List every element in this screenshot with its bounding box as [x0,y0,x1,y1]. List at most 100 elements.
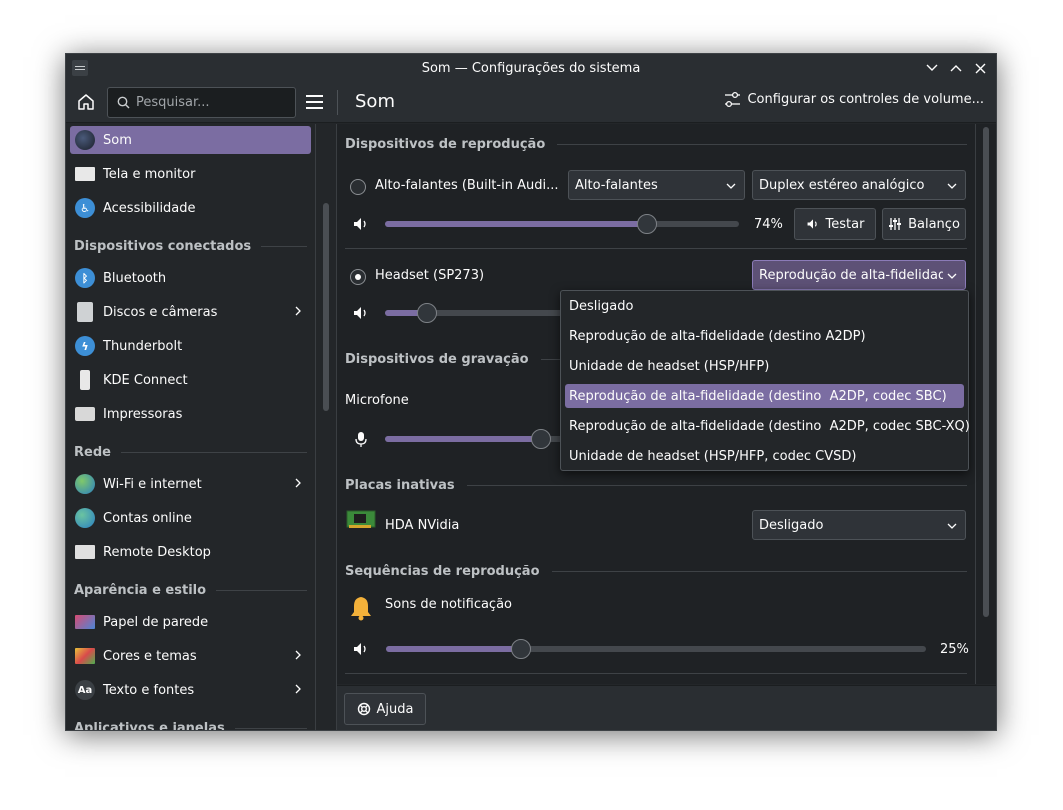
microphone-label: Microfone [345,393,409,408]
sidebar-section-header: Rede [74,442,307,462]
search-input[interactable] [136,95,286,110]
fonts-icon: Aa [75,680,95,700]
close-icon [975,63,985,73]
dropdown-option[interactable]: Desligado [565,294,964,318]
sidebar-item-discos-cameras[interactable]: Discos e câmeras [70,298,311,326]
card-name: HDA NVidia [385,518,460,533]
main-scrollbar[interactable] [983,127,989,617]
monitor-icon [75,167,95,181]
sidebar-item-remote-desktop[interactable]: Remote Desktop [70,538,311,566]
wallpaper-icon [75,615,95,629]
volume-percent-speakers: 74% [754,217,783,232]
footer: Ajuda [337,685,996,730]
chevron-right-icon [295,478,301,488]
close-button[interactable] [970,58,990,78]
stream-separator [345,673,967,674]
inactive-cards-header: Placas inativas [345,475,967,495]
chevron-right-icon [295,650,301,660]
sidebar-item-kde-connect[interactable]: KDE Connect [70,366,311,394]
toolbar-separator [337,90,338,115]
volume-icon[interactable] [352,304,370,322]
port-select-speakers[interactable]: Alto-falantes [568,170,745,200]
sidebar-section-header: Dispositivos conectados [74,236,307,256]
hamburger-menu-button[interactable] [306,95,323,109]
title-bar[interactable]: Som — Configurações do sistema [66,54,996,82]
sidebar-item-thunderbolt[interactable]: ϟ Thunderbolt [70,332,311,360]
search-box[interactable] [107,87,296,118]
home-button[interactable] [76,92,98,114]
search-icon [117,96,130,109]
device-name-headset: Headset (SP273) [375,268,485,283]
bluetooth-icon: ᛒ [75,268,95,288]
app-menu-icon[interactable] [72,60,88,76]
sidebar-item-bluetooth[interactable]: ᛒ Bluetooth [70,264,311,292]
sidebar-scrollbar[interactable] [323,203,329,411]
sidebar-item-contas-online[interactable]: Contas online [70,504,311,532]
configure-volume-label: Configurar os controles de volume... [747,92,984,107]
device-separator [345,248,967,249]
configure-volume-controls-button[interactable]: Configurar os controles de volume... [724,91,984,108]
printer-icon [75,407,95,421]
chevron-right-icon [295,306,301,316]
globe-icon [75,474,95,494]
accessibility-icon: ♿ [75,198,95,218]
colors-icon [75,648,95,664]
sidebar: Som Tela e monitor ♿ Acessibilidade Disp… [66,124,316,731]
accounts-icon [75,508,95,528]
page-title: Som [355,91,395,112]
default-device-radio-speakers[interactable] [350,179,366,195]
chevron-down-icon [947,183,957,189]
chevron-right-icon [295,684,301,694]
sidebar-item-papel-parede[interactable]: Papel de parede [70,608,311,636]
minimize-button[interactable] [922,58,942,78]
playback-streams-header: Sequências de reprodução [345,561,967,581]
dropdown-option[interactable]: Reprodução de alta-fidelidade (destino A… [565,414,970,438]
remote-desktop-icon [75,545,95,559]
stream-name: Sons de notificação [385,597,513,612]
volume-slider-speakers[interactable] [385,214,739,234]
profile-select-speakers[interactable]: Duplex estéreo analógico [752,170,966,200]
dropdown-option-selected[interactable]: Reprodução de alta-fidelidade (destino A… [565,384,964,408]
sidebar-item-impressoras[interactable]: Impressoras [70,400,311,428]
toolbar: Som Configurar os controles de volume... [66,82,996,123]
test-button[interactable]: Testar [794,208,876,240]
profile-dropdown-list: Desligado Reprodução de alta-fidelidade … [560,290,970,471]
default-device-radio-headset[interactable] [350,269,366,285]
speaker-icon [75,130,95,150]
bell-icon [351,597,371,621]
device-name-speakers: Alto-falantes (Built-in Audi... [375,178,559,193]
sidebar-item-wifi-internet[interactable]: Wi-Fi e internet [70,470,311,498]
help-lifebuoy-icon [357,702,370,716]
sidebar-section-header: Aparência e estilo [74,580,307,600]
sidebar-section-header: Aplicativos e janelas [74,718,307,731]
sidebar-item-som[interactable]: Som [70,126,311,154]
equalizer-icon [889,218,902,230]
chevron-down-icon [926,64,938,71]
window-title: Som — Configurações do sistema [421,60,641,76]
volume-slider-notifications[interactable] [386,639,926,659]
chevron-down-icon [726,183,736,189]
help-button[interactable]: Ajuda [344,693,426,725]
disk-icon [77,302,93,322]
chevron-down-icon [947,273,957,279]
speaker-test-icon [807,219,817,229]
thunderbolt-icon: ϟ [75,336,95,356]
dropdown-option[interactable]: Unidade de headset (HSP/HFP, codec CVSD) [565,444,964,468]
maximize-button[interactable] [946,58,966,78]
balance-button[interactable]: Balanço [882,208,966,240]
microphone-icon[interactable] [352,430,370,448]
card-profile-select[interactable]: Desligado [752,510,966,540]
phone-icon [80,370,90,390]
dropdown-option[interactable]: Unidade de headset (HSP/HFP) [565,354,964,378]
profile-select-headset[interactable]: Reprodução de alta-fidelidade ( [752,260,966,290]
volume-icon[interactable] [352,215,370,233]
sidebar-item-tela-monitor[interactable]: Tela e monitor [70,160,311,188]
dropdown-option[interactable]: Reprodução de alta-fidelidade (destino A… [565,324,964,348]
playback-devices-header: Dispositivos de reprodução [345,134,967,154]
sound-card-icon [346,510,376,528]
sidebar-item-texto-fontes[interactable]: Aa Texto e fontes [70,676,311,704]
volume-icon[interactable] [352,640,370,658]
sidebar-item-acessibilidade[interactable]: ♿ Acessibilidade [70,194,311,222]
sidebar-item-cores-temas[interactable]: Cores e temas [70,642,311,670]
chevron-up-icon [950,65,962,72]
